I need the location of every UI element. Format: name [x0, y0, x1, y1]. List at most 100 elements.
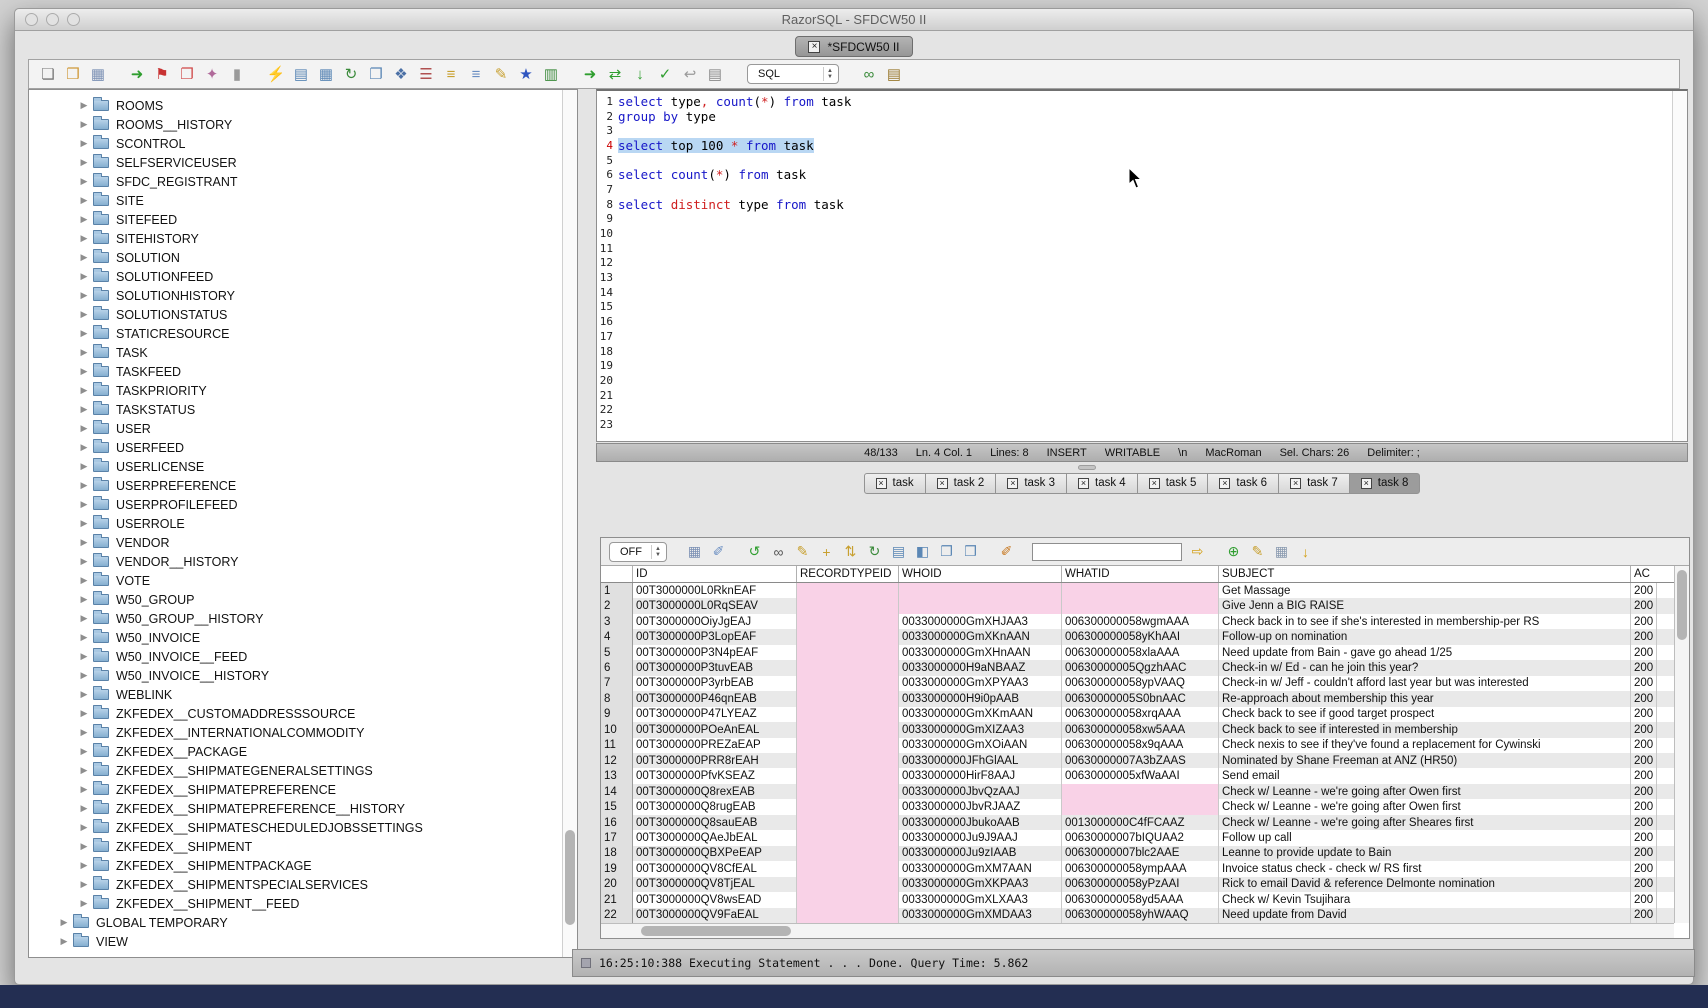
sql-editor[interactable]: 1 select type, count(*) from task 2 grou…: [597, 91, 1687, 432]
select-stepper-icon[interactable]: ▲▼: [823, 67, 836, 81]
tree-item[interactable]: ▶ USERROLE: [29, 514, 577, 533]
tree-item[interactable]: ▶ VENDOR: [29, 533, 577, 552]
table-row[interactable]: 2 00T3000000L0RqSEAV Give Jenn a BIG RAI…: [601, 598, 1674, 613]
download-icon[interactable]: ↓: [1297, 542, 1314, 562]
tree-item[interactable]: ▶ ZKFEDEX__SHIPMATEGENERALSETTINGS: [29, 761, 577, 780]
disclosure-triangle-icon[interactable]: ▶: [77, 214, 91, 225]
pin-panel-icon[interactable]: ◧: [914, 542, 931, 562]
tree-item[interactable]: ▶ ZKFEDEX__SHIPMENTSPECIALSERVICES: [29, 875, 577, 894]
disclosure-triangle-icon[interactable]: ▶: [77, 290, 91, 301]
tree-item[interactable]: ▶ W50_INVOICE__FEED: [29, 647, 577, 666]
tree-item[interactable]: ▶ ROOMS: [29, 96, 577, 115]
select-stepper-icon[interactable]: ▲▼: [651, 545, 664, 559]
table-row[interactable]: 10 00T3000000POeAnEAL 0033000000GmXIZAA3…: [601, 722, 1674, 737]
disclosure-triangle-icon[interactable]: ▶: [77, 499, 91, 510]
disclosure-triangle-icon[interactable]: ▶: [77, 556, 91, 567]
tree-item[interactable]: ▶ ZKFEDEX__SHIPMENTPACKAGE: [29, 856, 577, 875]
tree-item[interactable]: ▶ W50_GROUP: [29, 590, 577, 609]
tree-item[interactable]: ▶ TASK: [29, 343, 577, 362]
commit-icon[interactable]: ✓: [656, 64, 674, 84]
close-result-tab-icon[interactable]: ×: [1290, 478, 1301, 489]
table-row[interactable]: 12 00T3000000PRR8rEAH 0033000000JFhGlAAL…: [601, 753, 1674, 768]
column-header[interactable]: RECORDTYPEID: [797, 566, 899, 582]
copy-table-icon[interactable]: ❒: [962, 542, 979, 562]
table-row[interactable]: 16 00T3000000Q8sauEAB 0033000000JbukoAAB…: [601, 815, 1674, 830]
close-result-tab-icon[interactable]: ×: [1361, 478, 1372, 489]
table-row[interactable]: 7 00T3000000P3yrbEAB 0033000000GmXPYAA3 …: [601, 676, 1674, 691]
disclosure-triangle-icon[interactable]: ▶: [77, 271, 91, 282]
tree-item[interactable]: ▶ USERPREFERENCE: [29, 476, 577, 495]
format-sql-icon[interactable]: ✎: [492, 64, 510, 84]
disclosure-triangle-icon[interactable]: ▶: [77, 537, 91, 548]
disclosure-triangle-icon[interactable]: ▶: [77, 746, 91, 757]
disclosure-triangle-icon[interactable]: ▶: [57, 917, 71, 928]
disclosure-triangle-icon[interactable]: ▶: [77, 765, 91, 776]
new-file-icon[interactable]: ❏: [39, 64, 57, 84]
table-row[interactable]: 21 00T3000000QV8wsEAD 0033000000GmXLXAA3…: [601, 892, 1674, 907]
execute-icon[interactable]: ➜: [581, 64, 599, 84]
reload-table-icon[interactable]: ↻: [866, 542, 883, 562]
tree-item[interactable]: ▶ ZKFEDEX__SHIPMENT: [29, 837, 577, 856]
edit-filter-icon[interactable]: ✐: [710, 542, 727, 562]
statement-type-select[interactable]: SQL ▲▼: [747, 64, 839, 84]
column-info-icon[interactable]: ▤: [890, 542, 907, 562]
tree-item[interactable]: ▶ USERLICENSE: [29, 457, 577, 476]
table-row[interactable]: 22 00T3000000QV9FaEAL 0033000000GmXMDAA3…: [601, 908, 1674, 923]
describe-table-icon[interactable]: ▤: [292, 64, 310, 84]
column-header[interactable]: [601, 566, 633, 582]
favorites-icon[interactable]: ★: [517, 64, 535, 84]
table-row[interactable]: 6 00T3000000P3tuvEAB 0033000000H9aNBAAZ …: [601, 660, 1674, 675]
close-document-icon[interactable]: ×: [808, 41, 820, 53]
copy-icon[interactable]: ❐: [367, 64, 385, 84]
execute-fetch-icon[interactable]: ↓: [631, 64, 649, 84]
tree-item[interactable]: ▶ USERFEED: [29, 438, 577, 457]
disclosure-triangle-icon[interactable]: ▶: [77, 575, 91, 586]
table-row[interactable]: 17 00T3000000QAeJbEAL 0033000000Ju9J9AAJ…: [601, 830, 1674, 845]
result-tab[interactable]: × task 8: [1349, 473, 1421, 494]
disclosure-triangle-icon[interactable]: ▶: [77, 613, 91, 624]
disclosure-triangle-icon[interactable]: ▶: [77, 689, 91, 700]
close-window-icon[interactable]: [25, 13, 38, 26]
disclosure-triangle-icon[interactable]: ▶: [77, 157, 91, 168]
close-result-tab-icon[interactable]: ×: [937, 478, 948, 489]
disconnect-icon[interactable]: ⚑: [153, 64, 171, 84]
save-icon[interactable]: ▦: [89, 64, 107, 84]
disclosure-triangle-icon[interactable]: ▶: [77, 233, 91, 244]
new-connection-icon[interactable]: ✦: [203, 64, 221, 84]
table-vertical-scrollbar[interactable]: [1674, 566, 1689, 923]
disclosure-triangle-icon[interactable]: ▶: [77, 670, 91, 681]
tree-scrollbar-thumb[interactable]: [565, 830, 575, 925]
tree-item[interactable]: ▶ ZKFEDEX__SHIPMENT__FEED: [29, 894, 577, 913]
tree-item[interactable]: ▶ ZKFEDEX__CUSTOMADDRESSSOURCE: [29, 704, 577, 723]
notes-icon[interactable]: ✎: [1249, 542, 1266, 562]
tree-item[interactable]: ▶ SITEHISTORY: [29, 229, 577, 248]
table-row[interactable]: 20 00T3000000QV8TjEAL 0033000000GmXKPAA3…: [601, 877, 1674, 892]
disclosure-triangle-icon[interactable]: ▶: [77, 822, 91, 833]
tree-item[interactable]: ▶ ZKFEDEX__SHIPMATEPREFERENCE__HISTORY: [29, 799, 577, 818]
minimize-window-icon[interactable]: [46, 13, 59, 26]
table-row[interactable]: 14 00T3000000Q8rexEAB 0033000000JbvQzAAJ…: [601, 784, 1674, 799]
sort-rows-icon[interactable]: ⇅: [842, 542, 859, 562]
table-row[interactable]: 3 00T3000000OiyJgEAJ 0033000000GmXHJAA3 …: [601, 614, 1674, 629]
sql-log-icon[interactable]: ▤: [706, 64, 724, 84]
tree-item[interactable]: ▶ USER: [29, 419, 577, 438]
tree-item[interactable]: ▶ VOTE: [29, 571, 577, 590]
sql-editor-panel[interactable]: 1 select type, count(*) from task 2 grou…: [596, 89, 1688, 442]
close-result-tab-icon[interactable]: ×: [1007, 478, 1018, 489]
bookmarks-icon[interactable]: ❖: [392, 64, 410, 84]
tree-item[interactable]: ▶ SCONTROL: [29, 134, 577, 153]
search-go-icon[interactable]: ⇨: [1189, 542, 1206, 562]
disclosure-triangle-icon[interactable]: ▶: [77, 385, 91, 396]
disclosure-triangle-icon[interactable]: ▶: [77, 727, 91, 738]
tree-item[interactable]: ▶ ROOMS__HISTORY: [29, 115, 577, 134]
save-table-icon[interactable]: ▦: [1273, 542, 1290, 562]
highlight-icon[interactable]: ✐: [998, 542, 1015, 562]
zoom-window-icon[interactable]: [67, 13, 80, 26]
align-sql-icon[interactable]: ≡: [467, 64, 485, 84]
insert-record-icon[interactable]: +: [818, 542, 835, 562]
connect-icon[interactable]: ➜: [128, 64, 146, 84]
tree-item[interactable]: ▶ W50_INVOICE: [29, 628, 577, 647]
stop-icon[interactable]: [581, 958, 591, 968]
close-result-tab-icon[interactable]: ×: [1078, 478, 1089, 489]
tree-item[interactable]: ▶ SITE: [29, 191, 577, 210]
